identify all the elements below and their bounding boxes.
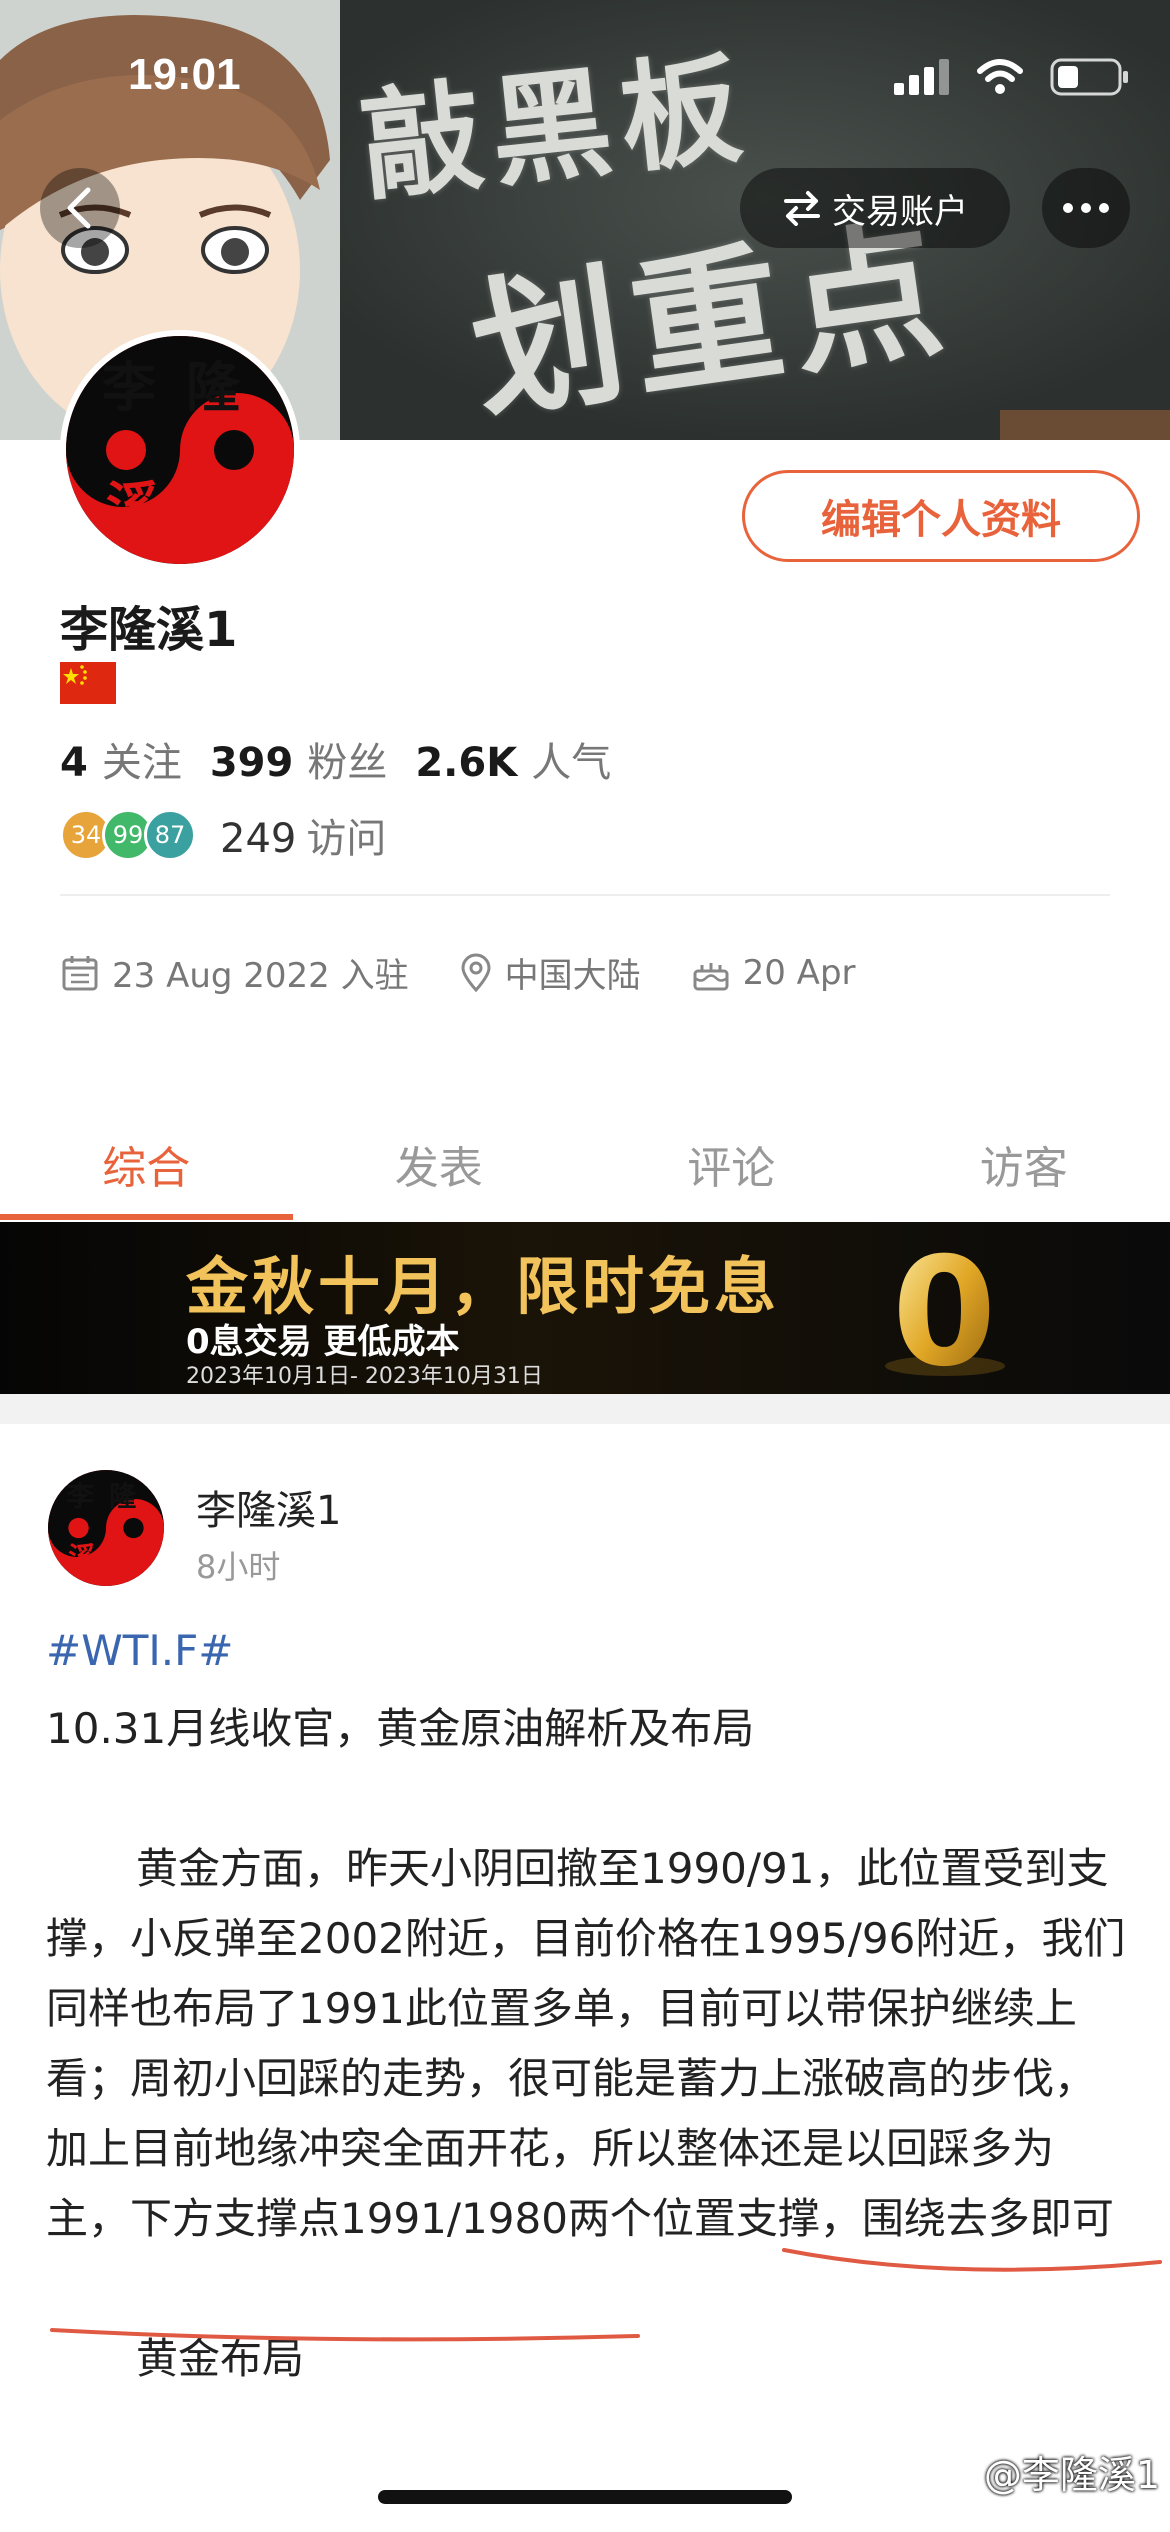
followers-count[interactable]: 399 xyxy=(210,740,294,786)
post-paragraph: 黄金方面，昨天小阴回撤至1990/91，此位置受到支撑，小反弹至2002附近，目… xyxy=(46,1844,1126,2243)
followers-label[interactable]: 粉丝 xyxy=(307,730,387,788)
seal-char-2: 隆 xyxy=(186,355,241,419)
seal-char-4: 印 xyxy=(190,475,244,539)
seal-char-1: 李 xyxy=(65,1481,94,1513)
seal-char-3: 溪 xyxy=(68,1542,96,1574)
divider xyxy=(60,894,1110,896)
profile-stats: 4 关注 399 粉丝 2.6K 人气 xyxy=(60,730,625,788)
status-icons xyxy=(894,58,1130,96)
post-hashtag-link[interactable]: #WTI.F# xyxy=(46,1626,233,1675)
location-text: 中国大陆 xyxy=(504,956,641,996)
visits-value: 249 xyxy=(220,816,297,862)
location-pin-icon xyxy=(461,953,491,992)
joined-date-text: 23 Aug 2022 入驻 xyxy=(112,956,409,996)
birthday: 20 Apr xyxy=(691,953,856,993)
china-flag-icon xyxy=(60,662,116,704)
visitor-badges[interactable]: 34 99 87 249 访问 xyxy=(60,806,386,864)
battery-icon xyxy=(1050,58,1128,96)
post-author-avatar[interactable]: 李 隆 溪 印 xyxy=(48,1470,164,1586)
yin-yang-seal-avatar: 李 隆 溪 印 xyxy=(66,336,294,564)
seal-char-1: 李 xyxy=(102,355,156,419)
post-timestamp: 8小时 xyxy=(196,1548,281,1586)
profile-avatar[interactable]: 李 隆 溪 印 xyxy=(60,330,300,570)
more-dots-icon xyxy=(1063,203,1109,213)
visits-label: 访问 xyxy=(306,816,387,862)
banner-subtitle: 0息交易 更低成本 xyxy=(186,1322,460,1362)
trade-account-button[interactable]: 交易账户 xyxy=(740,168,1010,248)
status-bar: 19:01 xyxy=(0,40,1170,120)
visits-count: 249 访问 xyxy=(220,806,386,864)
chevron-left-icon xyxy=(67,187,91,229)
trade-account-label: 交易账户 xyxy=(832,191,968,232)
joined-date: 23 Aug 2022 入驻 xyxy=(60,948,409,997)
seal-char-4: 印 xyxy=(111,1542,138,1574)
tab-comments[interactable]: 评论 xyxy=(585,1120,878,1220)
profile-tabs: 综合 发表 评论 访客 xyxy=(0,1120,1170,1220)
profile-meta: 23 Aug 2022 入驻 中国大陆 20 Apr xyxy=(60,948,906,997)
visitor-badge: 87 xyxy=(144,809,196,861)
calendar-icon xyxy=(62,955,98,990)
banner-zero-digit: 0 xyxy=(892,1236,996,1386)
tab-visitors[interactable]: 访客 xyxy=(878,1120,1170,1220)
promo-banner[interactable]: 金秋十月，限时免息 0息交易 更低成本 2023年10月1日- 2023年10月… xyxy=(0,1222,1170,1394)
location: 中国大陆 xyxy=(459,948,641,997)
status-time: 19:01 xyxy=(128,50,241,99)
section-gap xyxy=(0,1394,1170,1424)
post-body[interactable]: 10.31月线收官，黄金原油解析及布局 黄金方面，昨天小阴回撤至1990/91，… xyxy=(46,1694,1126,2394)
seal-char-3: 溪 xyxy=(106,475,161,539)
yin-yang-seal-avatar: 李 隆 溪 印 xyxy=(48,1470,164,1586)
banner-title: 金秋十月，限时免息 xyxy=(186,1250,781,1323)
popularity-count: 2.6K xyxy=(415,740,518,786)
home-indicator[interactable] xyxy=(378,2490,792,2504)
tab-overview[interactable]: 综合 xyxy=(0,1120,293,1220)
banner-date-range: 2023年10月1日- 2023年10月31日 xyxy=(186,1364,543,1389)
more-options-button[interactable] xyxy=(1042,168,1130,248)
swap-arrows-icon xyxy=(784,191,820,226)
profile-name: 李隆溪1 xyxy=(60,602,238,658)
gold-zero-percent-graphic: 0 xyxy=(885,1236,1005,1386)
post-author-name[interactable]: 李隆溪1 xyxy=(196,1478,341,1536)
popularity-label: 人气 xyxy=(531,740,612,786)
watermark: @李隆溪1 xyxy=(983,2453,1160,2497)
cover-shelf xyxy=(1000,410,1170,440)
back-button[interactable] xyxy=(40,168,120,248)
post-paragraph: 黄金布局 xyxy=(136,2334,305,2383)
seal-char-2: 隆 xyxy=(109,1481,137,1513)
post-title-line: 10.31月线收官，黄金原油解析及布局 xyxy=(46,1704,755,1753)
cellular-signal-icon xyxy=(894,59,949,95)
birthday-text: 20 Apr xyxy=(742,952,856,993)
following-label[interactable]: 关注 xyxy=(102,730,182,788)
following-count[interactable]: 4 xyxy=(60,740,88,786)
birthday-cake-icon xyxy=(693,962,729,990)
tab-posts[interactable]: 发表 xyxy=(293,1120,586,1220)
edit-profile-button[interactable]: 编辑个人资料 xyxy=(742,470,1140,562)
wifi-icon xyxy=(977,59,1023,94)
